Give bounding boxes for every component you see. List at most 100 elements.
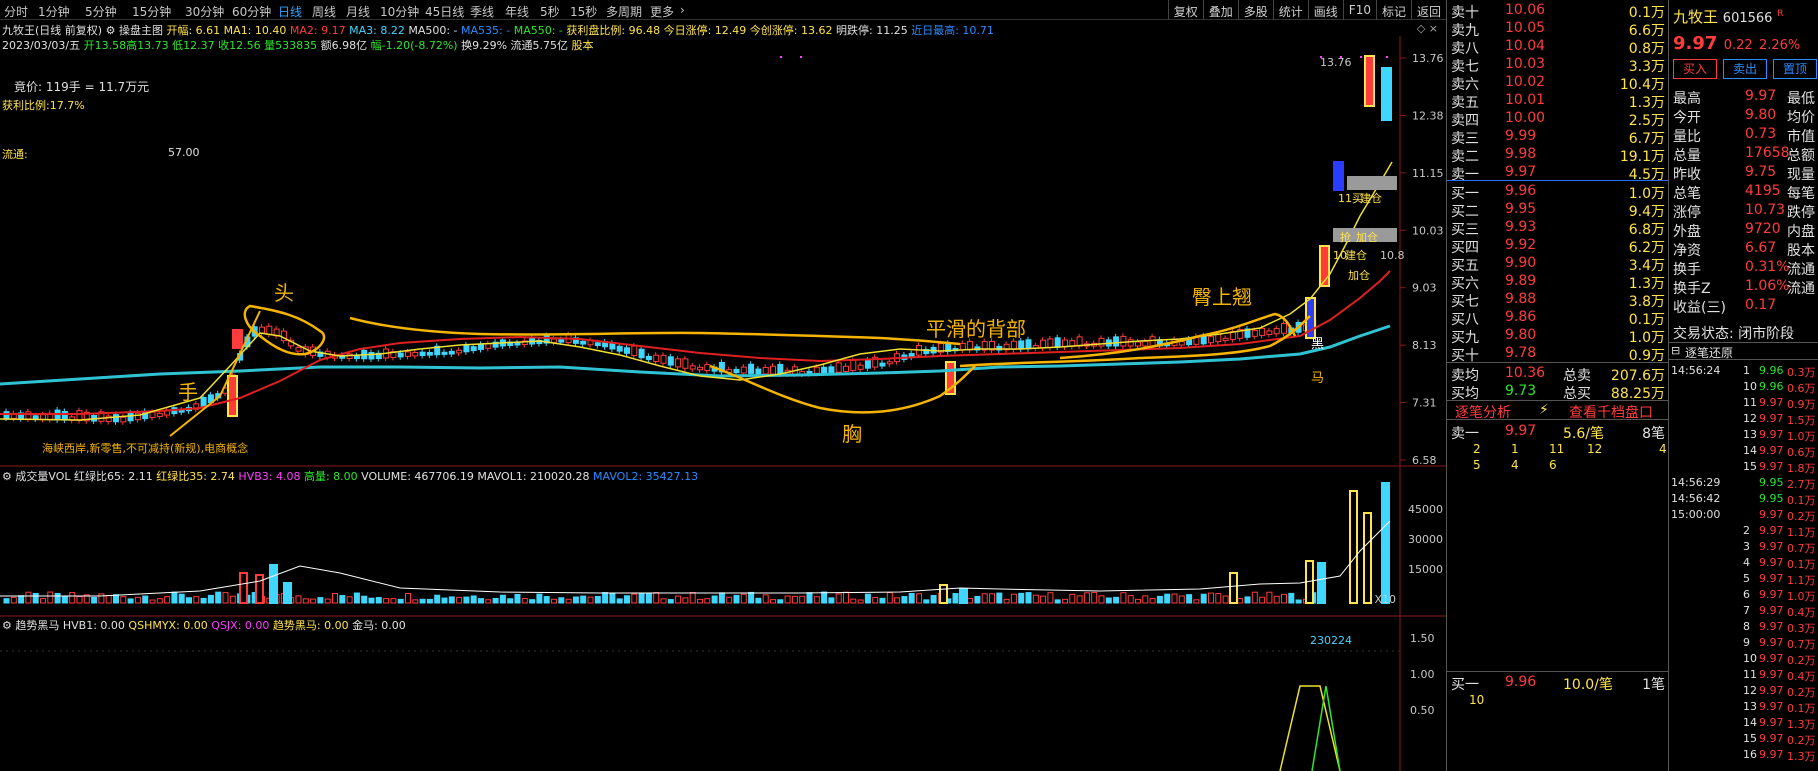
volume-bar [113,594,119,604]
volume-bar [551,598,557,604]
overlay-button[interactable]: 叠加 [1202,0,1238,20]
tab-15min[interactable]: 15分钟 [132,3,171,20]
candle [1062,337,1068,350]
chevron-right-icon[interactable]: › [680,3,685,17]
volume-bar [149,599,156,604]
stock-chart[interactable]: 13.76 12.38 11.15 10.03 9.03 8.13 7.31 6.58 450… [0,36,1446,771]
buy-button[interactable]: 买入 [1673,59,1717,79]
volume-bar [127,598,134,604]
signal-dot [800,56,802,58]
pin-button[interactable]: 置顶 [1773,59,1817,79]
tab-1min[interactable]: 1分钟 [38,3,70,20]
volume-bar [916,593,922,604]
stock-code: 601566 [1722,11,1773,26]
collapse-icon[interactable]: ⊟ [1671,344,1680,357]
signal-dot [780,56,782,58]
tab-45day[interactable]: 45日线 [425,3,464,20]
price-tick-label: 12.38 [1412,109,1444,122]
diamond-icon[interactable]: ◇ × [1417,22,1438,35]
stat-value: 0.73 [1745,126,1777,142]
ticks-title[interactable]: 逐笔还原 [1685,344,1733,361]
mark-button[interactable]: 标记 [1375,0,1411,20]
stat-label-2: 流通 [1787,281,1815,297]
quote-stat-row: 收益(三) 0.17 [1669,296,1818,316]
tab-yearly[interactable]: 年线 [505,3,529,20]
tick-seq: 12 [1743,684,1757,697]
tab-tick-analysis[interactable]: 逐笔分析 [1455,402,1511,422]
tab-weekly[interactable]: 周线 [312,3,336,20]
tab-30min[interactable]: 30分钟 [185,3,224,20]
volume-bar [952,593,959,604]
tab-daily[interactable]: 日线 [278,3,302,20]
order-label: 卖一 [1451,167,1479,183]
volume-bar [91,596,98,604]
fuquan-button[interactable]: 复权 [1167,0,1203,20]
candle [718,359,725,375]
tick-seq: 11 [1743,668,1757,681]
sub-name[interactable]: 趋势黑马 [15,619,59,632]
volume-bar [967,597,974,604]
candle [1113,333,1120,349]
annotation-head: 头 [274,281,294,305]
tool-buttons: 复权 叠加 多股 统计 画线 F10 标记 返回 [1167,0,1446,20]
tab-more[interactable]: 更多 [650,3,674,20]
sell-button[interactable]: 卖出 [1723,59,1767,79]
tick-price: 9.97 [1759,588,1784,601]
volume-bar [740,593,747,604]
candle [1364,55,1375,107]
buy-order-row: 买三 9.93 6.8万 [1447,218,1669,238]
tab-10min[interactable]: 10分钟 [380,3,419,20]
trend-signal-green [1311,685,1341,771]
tick-volume: 0.4万 [1787,670,1816,683]
sub-tick-label: 1.50 [1410,632,1435,645]
tick-row: 14:56:29 9.95 2.7万 [1669,475,1818,491]
multi-stock-button[interactable]: 多股 [1237,0,1273,20]
quote-stat-row: 涨停 10.73 跌停 [1669,201,1818,221]
tab-60min[interactable]: 60分钟 [232,3,271,20]
draw-line-button[interactable]: 画线 [1307,0,1343,20]
volume-bar [1237,598,1244,604]
stats-button[interactable]: 统计 [1272,0,1308,20]
tab-fenshi[interactable]: 分时 [4,3,28,20]
tick-price: 9.97 [1759,620,1784,633]
volume-bar [164,596,171,604]
f10-button[interactable]: F10 [1342,0,1376,20]
buy-order-row: 买一 9.96 1.0万 [1447,182,1669,202]
tab-depth-view[interactable]: 查看千档盘口 [1569,402,1653,422]
signal-dots [780,56,1388,58]
candle [908,350,915,361]
settings-icon[interactable]: ⚙ [2,470,12,483]
candle [667,353,674,369]
tick-price: 9.97 [1759,732,1784,745]
settings-icon[interactable]: ⚙ [2,619,12,632]
tick-volume: 1.1万 [1787,526,1816,539]
tab-monthly[interactable]: 月线 [346,3,370,20]
tick-row: 9 9.97 0.7万 [1669,635,1818,651]
buy-text-1: 建仓 [1360,191,1382,205]
book-divider [1447,180,1669,181]
volume-bar [171,591,178,604]
sell-order-row: 卖一 9.97 4.5万 [1447,163,1669,183]
tab-5sec[interactable]: 5秒 [540,3,560,20]
tab-5min[interactable]: 5分钟 [85,3,117,20]
back-button[interactable]: 返回 [1410,0,1446,20]
tab-quarterly[interactable]: 季线 [470,3,494,20]
volume-bar [1142,595,1149,604]
tab-multi-period[interactable]: 多周期 [606,3,642,20]
buy-order-row: 买四 9.92 6.2万 [1447,236,1669,256]
tick-row: 15:00:00 9.97 0.2万 [1669,507,1818,523]
candle [105,413,112,425]
volume-bar [733,594,740,604]
tick-price: 9.97 [1759,748,1784,761]
volume-bar [507,598,514,604]
volume-bar [492,597,499,604]
volume-name[interactable]: 成交量VOL [15,470,70,483]
volume-bar [616,598,623,604]
volume-bar [215,591,222,604]
tick-price: 9.97 [1759,428,1784,441]
stock-name: 九牧王 [1673,8,1719,26]
tab-15sec[interactable]: 15秒 [570,3,597,20]
volume-bar [762,594,769,604]
stat-value: 0.31% [1745,259,1790,275]
candle [478,341,484,353]
